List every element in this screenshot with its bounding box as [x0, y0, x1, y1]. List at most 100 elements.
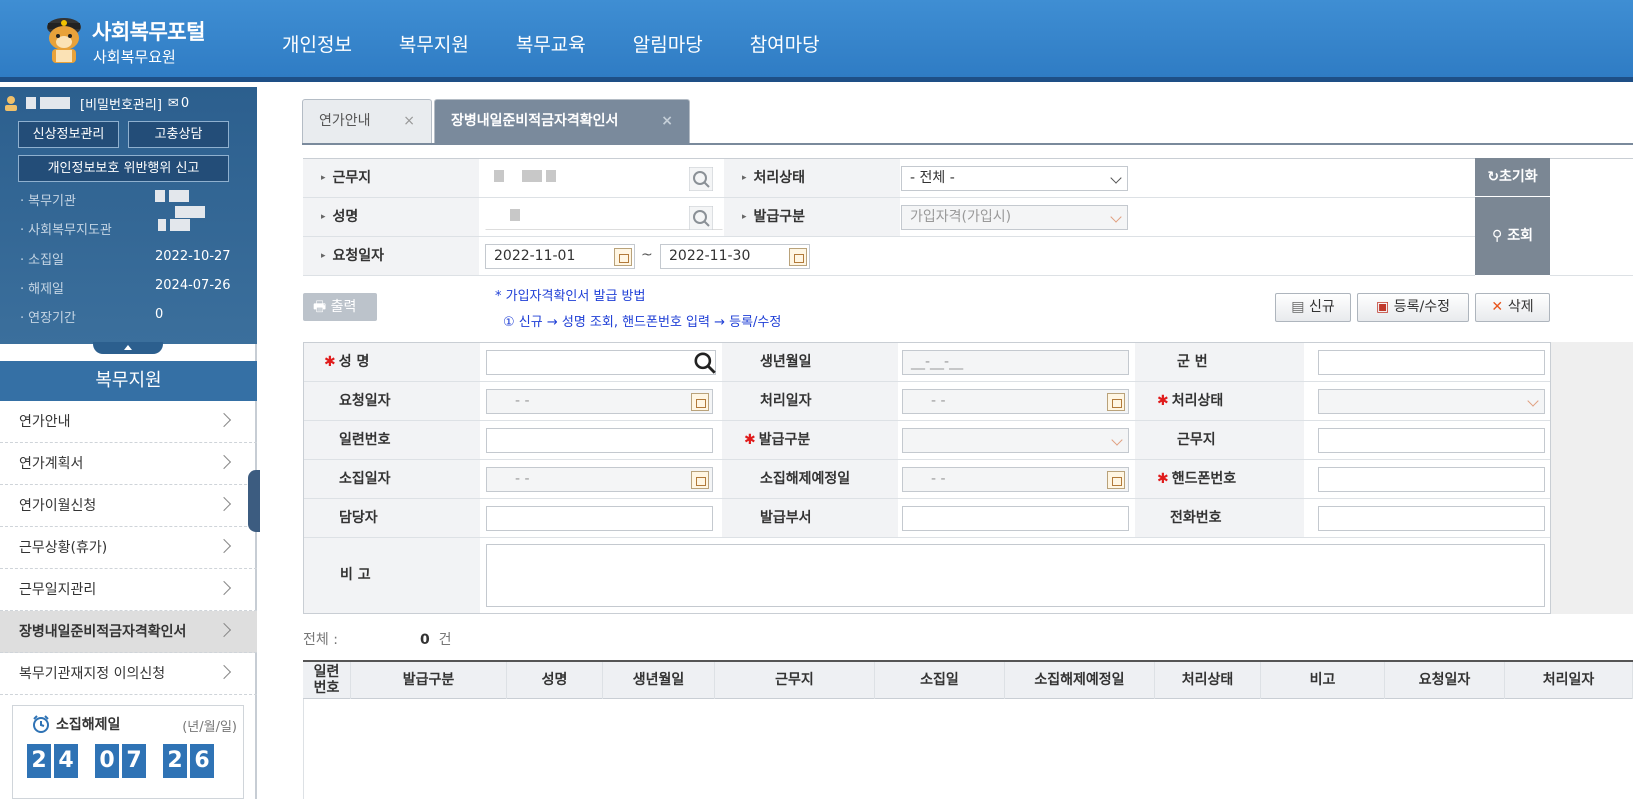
column-header-remark[interactable]: 비고	[1261, 662, 1385, 699]
password-manage-link[interactable]: [비밀번호관리]	[80, 94, 162, 113]
column-header-process-date[interactable]: 처리일자	[1505, 662, 1633, 699]
reset-button[interactable]: ↻초기화	[1475, 158, 1550, 196]
search-label: 조회	[1507, 228, 1533, 244]
calendar-icon[interactable]	[614, 248, 632, 266]
column-header-process-status[interactable]: 처리상태	[1155, 662, 1261, 699]
detail-request-date-input[interactable]: - -	[486, 389, 713, 414]
digit: 0	[95, 744, 119, 778]
date-empty: - -	[515, 471, 530, 487]
calendar-icon[interactable]	[691, 471, 709, 489]
menu-item-leave-plan[interactable]: 연가계획서	[0, 443, 257, 485]
column-header-release-date[interactable]: 소집해제예정일	[1005, 662, 1155, 699]
detail-call-date-input[interactable]: - -	[486, 467, 713, 492]
nav-personal-info[interactable]: 개인정보	[282, 30, 352, 57]
close-icon[interactable]: ×	[661, 100, 673, 143]
date-from-input[interactable]: 2022-11-01	[485, 244, 635, 269]
masked-username-2	[40, 97, 70, 109]
tab-annual-leave[interactable]: 연가안내 ×	[302, 99, 432, 144]
menu-item-work-log[interactable]: 근무일지관리	[0, 569, 257, 611]
detail-manager-input[interactable]	[486, 506, 713, 531]
detail-label-issue-type: ✱ 발급구분	[722, 421, 898, 459]
search-form: 근무지 처리상태 - 전체 - 성명 발급구분 가입자격(가입시) 요청일자	[303, 158, 1633, 276]
delete-button[interactable]: ✕ 삭제	[1475, 293, 1550, 322]
detail-process-status-select[interactable]	[1318, 389, 1545, 414]
nav-service-education[interactable]: 복무교육	[516, 30, 586, 57]
column-header-birth[interactable]: 생년월일	[603, 662, 715, 699]
column-header-issue-type[interactable]: 발급구분	[351, 662, 507, 699]
nav-participation[interactable]: 참여마당	[750, 30, 820, 57]
sidebar-collapse-handle[interactable]	[248, 470, 260, 532]
tab-label: 연가안내	[319, 113, 371, 129]
menu-item-label: 연가계획서	[19, 456, 84, 472]
detail-issue-dept-input[interactable]	[902, 506, 1129, 531]
menu-item-label: 근무상황(휴가)	[19, 540, 108, 556]
search-form-filler	[1550, 158, 1633, 276]
menu-item-work-status[interactable]: 근무상황(휴가)	[0, 527, 257, 569]
masked-username	[26, 97, 36, 109]
save-button[interactable]: ▣ 등록/수정	[1357, 293, 1469, 322]
brand-title[interactable]: 사회복무포털	[92, 16, 205, 46]
nav-service-support[interactable]: 복무지원	[399, 30, 469, 57]
collapse-toggle[interactable]	[93, 342, 163, 354]
name-input[interactable]	[485, 205, 723, 230]
detail-row: 담당자 발급부서 전화번호	[304, 499, 1550, 538]
issue-type-select-value: 가입자격(가입시)	[910, 209, 1012, 225]
detail-label-remark: 비 고	[304, 538, 480, 613]
detail-birth-input[interactable]: __-__-__	[902, 350, 1129, 375]
column-header-name[interactable]: 성명	[507, 662, 603, 699]
menu-item-savings-certificate[interactable]: 장병내일준비적금자격확인서	[0, 611, 257, 653]
search-icon[interactable]	[689, 206, 713, 230]
calendar-icon[interactable]	[789, 248, 807, 266]
detail-release-date-input[interactable]: - -	[902, 467, 1129, 492]
detail-process-date-input[interactable]: - -	[902, 389, 1129, 414]
detail-army-no-input[interactable]	[1318, 350, 1545, 375]
detail-workplace-input[interactable]	[1318, 428, 1545, 453]
detail-row: ✱ 성 명 생년월일 __-__-__ 군 번	[304, 343, 1550, 382]
detail-issue-type-select[interactable]	[902, 428, 1129, 453]
column-header-workplace[interactable]: 근무지	[715, 662, 875, 699]
detail-phone-input[interactable]	[1318, 467, 1545, 492]
chevron-right-icon	[216, 412, 232, 428]
column-header-serial[interactable]: 일련 번호	[303, 662, 351, 699]
menu-item-reassignment-appeal[interactable]: 복무기관재지정 이의신청	[0, 653, 257, 695]
column-header-call-date[interactable]: 소집일	[875, 662, 1005, 699]
status-select-value: - 전체 -	[910, 170, 955, 186]
mascot-logo-icon[interactable]	[38, 10, 90, 68]
notice-step: ① 신규 → 성명 조회, 핸드폰번호 입력 → 등록/수정	[503, 315, 782, 330]
print-button[interactable]: 🖶 출력	[303, 293, 377, 321]
search-icon[interactable]	[692, 350, 718, 376]
workplace-input[interactable]	[485, 166, 723, 191]
personal-info-manage-button[interactable]: 신상정보관리	[18, 121, 119, 148]
calendar-icon[interactable]	[1107, 393, 1125, 411]
save-label: 등록/수정	[1393, 299, 1450, 315]
nav-notice[interactable]: 알림마당	[633, 30, 703, 57]
detail-row-remark: 비 고	[304, 538, 1550, 613]
date-from-value: 2022-11-01	[494, 248, 576, 264]
mail-icon[interactable]: ✉	[168, 96, 179, 111]
date-to-input[interactable]: 2022-11-30	[660, 244, 810, 269]
calendar-icon[interactable]	[691, 393, 709, 411]
detail-remark-textarea[interactable]	[486, 544, 1545, 607]
detail-label-release-date: 소집해제예정일	[722, 460, 898, 498]
detail-serial-input[interactable]	[486, 428, 713, 453]
new-button[interactable]: ▤ 신규	[1275, 293, 1351, 322]
chevron-right-icon	[216, 454, 232, 470]
menu-item-leave-carryover[interactable]: 연가이월신청	[0, 485, 257, 527]
column-header-request-date[interactable]: 요청일자	[1385, 662, 1505, 699]
calendar-icon[interactable]	[1107, 471, 1125, 489]
menu-item-annual-leave[interactable]: 연가안내	[0, 401, 257, 443]
issue-type-select[interactable]: 가입자격(가입시)	[901, 205, 1128, 230]
status-select[interactable]: - 전체 -	[901, 166, 1128, 191]
detail-tel-input[interactable]	[1318, 506, 1545, 531]
menu-item-label: 연가안내	[19, 414, 71, 430]
chevron-right-icon	[216, 622, 232, 638]
digit: 6	[190, 744, 214, 778]
search-button[interactable]: ⚲ 조회	[1475, 197, 1550, 275]
close-icon[interactable]: ×	[403, 100, 415, 143]
privacy-violation-report-button[interactable]: 개인정보보호 위반행위 신고	[18, 155, 229, 182]
detail-form: ✱ 성 명 생년월일 __-__-__ 군 번 요청일자 - - 처리일자 - -…	[303, 342, 1551, 614]
search-icon[interactable]	[689, 167, 713, 191]
counsel-button[interactable]: 고충상담	[128, 121, 229, 148]
tab-savings-certificate[interactable]: 장병내일준비적금자격확인서 ×	[434, 99, 690, 144]
detail-name-input[interactable]	[486, 350, 716, 375]
